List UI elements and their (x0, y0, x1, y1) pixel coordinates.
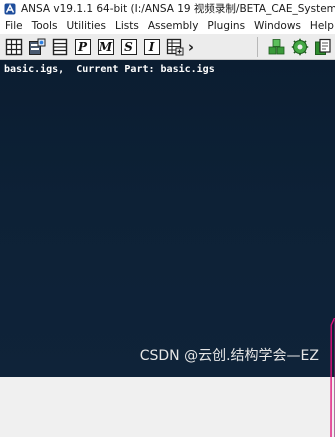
menu-tools[interactable]: Tools (27, 20, 62, 32)
copy-icon (314, 38, 331, 55)
table-button[interactable] (165, 37, 184, 56)
menu-help[interactable]: Help (305, 20, 335, 32)
model-geometry-edge[interactable] (330, 318, 335, 437)
letter-i-icon: I (143, 38, 160, 55)
i-button[interactable]: I (142, 37, 161, 56)
title-bar: ANSA v19.1.1 64-bit (I:/ANSA 19 视频录制/BET… (0, 0, 335, 17)
table-icon (166, 38, 183, 55)
menu-utilities[interactable]: Utilities (61, 20, 110, 32)
list-icon (52, 38, 67, 55)
p-button[interactable]: P (73, 37, 92, 56)
menu-plugins[interactable]: Plugins (202, 20, 249, 32)
ansa-app-icon (4, 3, 16, 14)
grid-button[interactable] (4, 37, 23, 56)
list-button[interactable] (50, 37, 69, 56)
assembly-button[interactable] (267, 37, 286, 56)
more-tools-button[interactable]: › (186, 37, 196, 56)
menu-lists[interactable]: Lists (110, 20, 143, 32)
main-toolbar: P M S I › (0, 34, 335, 60)
parts-button[interactable] (27, 37, 46, 56)
s-button[interactable]: S (119, 37, 138, 56)
menu-file[interactable]: File (0, 20, 27, 32)
settings-icon (291, 38, 308, 55)
letter-m-icon: M (97, 38, 114, 55)
menu-assembly[interactable]: Assembly (143, 20, 203, 32)
chevron-right-icon: › (187, 37, 195, 56)
toolbar-separator (257, 36, 258, 57)
settings-button[interactable] (290, 37, 309, 56)
m-button[interactable]: M (96, 37, 115, 56)
assembly-icon (268, 38, 284, 54)
menu-bar: File Tools Utilities Lists Assembly Plug… (0, 17, 335, 34)
menu-windows[interactable]: Windows (249, 20, 305, 32)
current-part-status: basic.igs, Current Part: basic.igs (4, 64, 215, 75)
letter-s-icon: S (120, 38, 137, 55)
copy-button[interactable] (313, 37, 332, 56)
graphics-viewport[interactable]: basic.igs, Current Part: basic.igs CSDN … (0, 60, 335, 437)
watermark-text: CSDN @云创.结构学会—EZ (139, 348, 319, 364)
grid-icon (5, 38, 22, 55)
letter-p-icon: P (74, 38, 91, 55)
window-title: ANSA v19.1.1 64-bit (I:/ANSA 19 视频录制/BET… (21, 3, 335, 15)
parts-icon (28, 38, 45, 55)
